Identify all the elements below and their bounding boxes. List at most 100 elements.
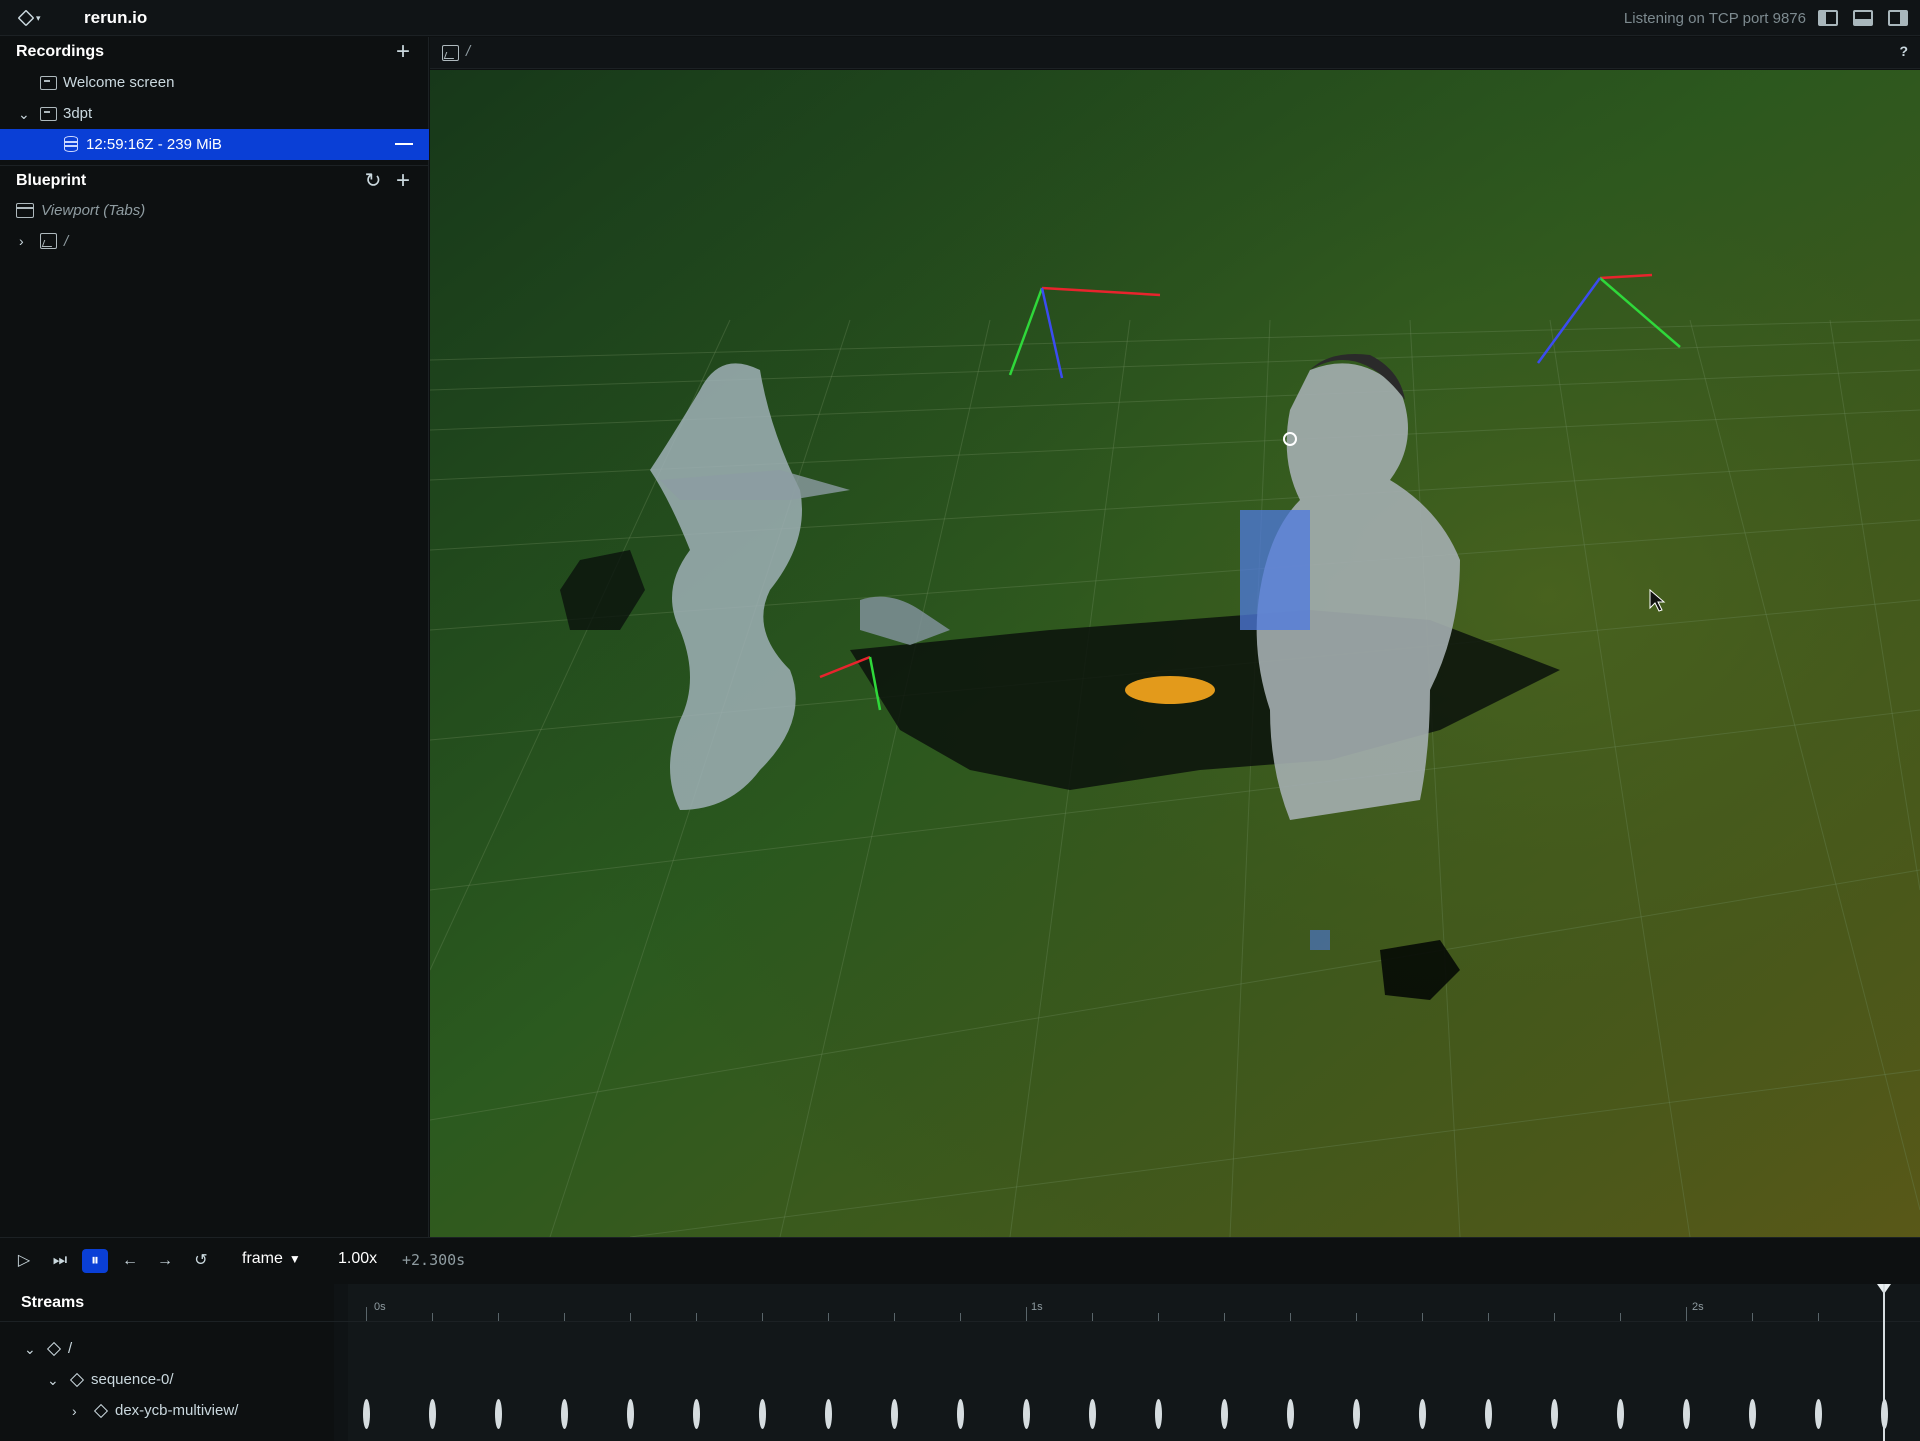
space-view-3d-icon	[40, 233, 57, 249]
viewport-tab-label[interactable]: /	[466, 43, 470, 60]
blueprint-item-root[interactable]: › /	[0, 226, 429, 257]
playback-controls: ▷ ⏭ ⏸ ← → ↺ frame ▼ 1.00x +2.300s	[0, 1238, 1920, 1284]
blueprint-label: /	[64, 233, 69, 250]
chevron-down-icon[interactable]: ⌄	[24, 1342, 38, 1356]
rerun-app: ▾ rerun.io Listening on TCP port 9876 Re…	[0, 0, 1920, 1441]
ruler-tick	[762, 1313, 763, 1321]
stream-row[interactable]: ⌄ sequence-0/	[0, 1365, 334, 1396]
ruler-tick	[630, 1313, 631, 1321]
playhead[interactable]	[1883, 1284, 1885, 1441]
close-recording-button[interactable]	[395, 143, 413, 145]
ruler-tick	[564, 1313, 565, 1321]
toggle-bottom-panel-icon[interactable]	[1853, 10, 1873, 26]
chevron-down-icon[interactable]: ⌄	[47, 1373, 61, 1387]
ruler-tick	[1554, 1313, 1555, 1321]
blueprint-item-viewport[interactable]: Viewport (Tabs)	[0, 195, 429, 226]
chevron-down-icon: ▼	[288, 1252, 301, 1266]
streams-title: Streams	[21, 1294, 85, 1311]
stream-label: /	[68, 1340, 73, 1357]
loop-icon[interactable]: ↺	[188, 1249, 214, 1273]
event-marker[interactable]	[693, 1399, 700, 1429]
event-marker[interactable]	[891, 1399, 898, 1429]
recording-item-selected[interactable]: 12:59:16Z - 239 MiB	[0, 129, 429, 160]
blueprint-title: Blueprint	[16, 171, 87, 189]
event-marker[interactable]	[1023, 1399, 1030, 1429]
ruler-tick	[1422, 1313, 1423, 1321]
chevron-right-icon[interactable]: ›	[72, 1404, 86, 1418]
recording-label: 3dpt	[63, 105, 93, 122]
3d-scene-view[interactable]	[430, 70, 1920, 1237]
blueprint-header: Blueprint ↻ +	[0, 165, 429, 195]
tick-label: 2s	[1692, 1301, 1704, 1313]
timeline-name: frame	[242, 1250, 283, 1267]
event-marker[interactable]	[1815, 1399, 1822, 1429]
pause-icon[interactable]: ⏸	[82, 1249, 108, 1273]
playback-speed[interactable]: 1.00x	[338, 1250, 377, 1268]
event-marker[interactable]	[1683, 1399, 1690, 1429]
event-marker[interactable]	[1155, 1399, 1162, 1429]
event-marker[interactable]	[1749, 1399, 1756, 1429]
event-marker[interactable]	[759, 1399, 766, 1429]
rerun-menu[interactable]: ▾	[17, 8, 50, 28]
help-button[interactable]: ?	[1899, 43, 1908, 59]
step-back-icon[interactable]: ←	[117, 1249, 143, 1273]
timeline-track[interactable]: 0s 1s 2s	[334, 1284, 1920, 1441]
ruler-tick	[696, 1313, 697, 1321]
event-marker[interactable]	[1089, 1399, 1096, 1429]
ruler-tick	[1092, 1313, 1093, 1321]
toggle-right-panel-icon[interactable]	[1888, 10, 1908, 26]
ruler-tick	[1686, 1307, 1687, 1321]
keypoint-marker	[1310, 930, 1330, 950]
event-marker[interactable]	[1221, 1399, 1228, 1429]
recording-label: 12:59:16Z - 239 MiB	[86, 136, 222, 153]
time-ruler[interactable]: 0s 1s 2s	[334, 1284, 1920, 1322]
current-time[interactable]: +2.300s	[402, 1251, 465, 1269]
follow-icon[interactable]: ⏭	[47, 1249, 73, 1273]
event-marker[interactable]	[561, 1399, 568, 1429]
recording-label: Welcome screen	[63, 74, 175, 91]
event-marker[interactable]	[363, 1399, 370, 1429]
recording-icon	[40, 76, 57, 90]
ruler-tick	[894, 1313, 895, 1321]
event-marker[interactable]	[1419, 1399, 1426, 1429]
ruler-tick	[1488, 1313, 1489, 1321]
point-cloud-object	[1125, 676, 1215, 704]
step-forward-icon[interactable]: →	[152, 1249, 178, 1273]
event-marker[interactable]	[825, 1399, 832, 1429]
ruler-tick	[828, 1313, 829, 1321]
play-icon[interactable]: ▷	[11, 1249, 37, 1273]
ruler-tick	[1224, 1313, 1225, 1321]
ruler-tick	[432, 1313, 433, 1321]
ruler-tick	[1818, 1313, 1819, 1321]
event-marker[interactable]	[1551, 1399, 1558, 1429]
event-marker[interactable]	[627, 1399, 634, 1429]
streams-area: Streams ⌄ / ⌄ sequence-0/ › dex-ycb-mult…	[0, 1284, 1920, 1441]
chevron-down-icon[interactable]: ⌄	[18, 107, 32, 121]
toggle-left-panel-icon[interactable]	[1818, 10, 1838, 26]
reset-blueprint-icon[interactable]: ↻	[362, 170, 384, 192]
event-marker[interactable]	[495, 1399, 502, 1429]
event-marker[interactable]	[1353, 1399, 1360, 1429]
event-marker[interactable]	[1287, 1399, 1294, 1429]
tick-label: 0s	[374, 1301, 386, 1313]
stream-row[interactable]: ⌄ /	[0, 1334, 334, 1365]
add-recording-button[interactable]: +	[392, 40, 414, 64]
chevron-right-icon[interactable]: ›	[19, 234, 33, 248]
entity-icon	[93, 1403, 109, 1419]
recording-item-welcome[interactable]: Welcome screen	[0, 67, 429, 98]
ruler-tick	[1158, 1313, 1159, 1321]
event-marker[interactable]	[1485, 1399, 1492, 1429]
stream-row[interactable]: › dex-ycb-multiview/	[0, 1396, 334, 1427]
event-marker[interactable]	[429, 1399, 436, 1429]
recording-item-3dpt[interactable]: ⌄ 3dpt	[0, 98, 429, 129]
timeline-select[interactable]: frame ▼	[242, 1250, 301, 1268]
recordings-title: Recordings	[16, 43, 105, 60]
entity-icon	[69, 1372, 85, 1388]
ruler-tick	[1290, 1313, 1291, 1321]
event-marker[interactable]	[1617, 1399, 1624, 1429]
add-space-view-button[interactable]: +	[392, 169, 414, 193]
rerun-logo-icon	[17, 9, 35, 27]
viewport-tab-bar: / ?	[430, 37, 1920, 69]
hand-keypoints	[1240, 510, 1310, 630]
event-marker[interactable]	[957, 1399, 964, 1429]
